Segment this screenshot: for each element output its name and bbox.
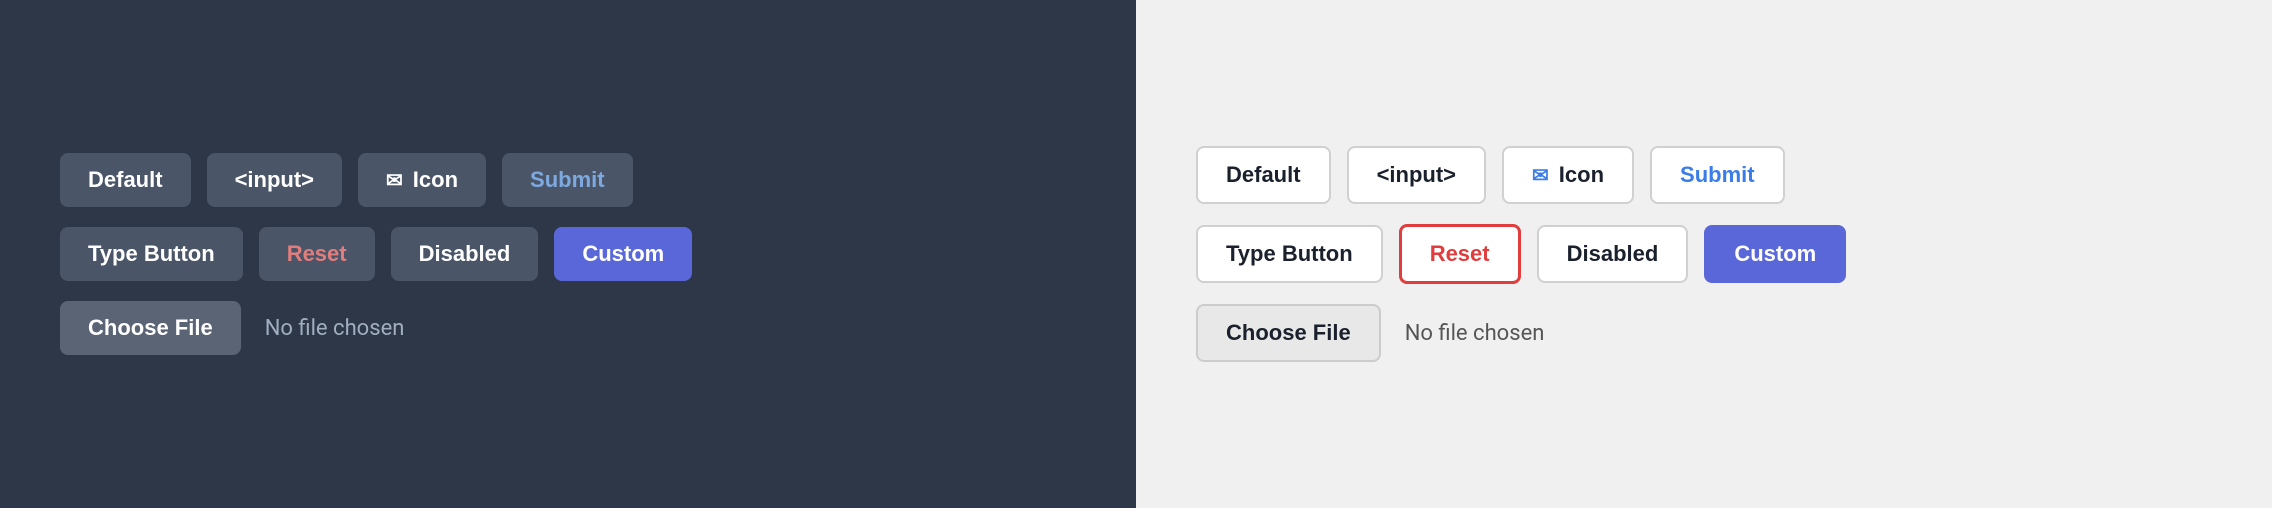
envelope-icon: ✉ [386, 168, 403, 193]
dark-type-button-button[interactable]: Type Button [60, 227, 243, 281]
dark-reset-label: Reset [287, 241, 347, 267]
light-default-button[interactable]: Default [1196, 146, 1331, 204]
light-disabled-button[interactable]: Disabled [1537, 225, 1689, 283]
light-type-button-button[interactable]: Type Button [1196, 225, 1383, 283]
dark-panel: Default <input> ✉ Icon Submit Type Butto… [0, 0, 1136, 508]
light-icon-label: Icon [1559, 162, 1604, 188]
light-choose-file-button[interactable]: Choose File [1196, 304, 1381, 362]
dark-icon-button[interactable]: ✉ Icon [358, 153, 486, 207]
light-icon-button[interactable]: ✉ Icon [1502, 146, 1634, 204]
envelope-icon-light: ✉ [1532, 163, 1549, 188]
dark-reset-button[interactable]: Reset [259, 227, 375, 281]
light-disabled-label: Disabled [1567, 241, 1659, 267]
dark-choose-file-button[interactable]: Choose File [60, 301, 241, 355]
dark-row-3: Choose File No file chosen [60, 301, 404, 355]
light-submit-button[interactable]: Submit [1650, 146, 1785, 204]
dark-disabled-label: Disabled [419, 241, 511, 267]
light-row-1: Default <input> ✉ Icon Submit [1196, 146, 1785, 204]
light-panel: Default <input> ✉ Icon Submit Type Butto… [1136, 0, 2272, 508]
dark-default-label: Default [88, 167, 163, 193]
light-no-file-text: No file chosen [1405, 321, 1545, 346]
light-choose-file-label: Choose File [1226, 320, 1351, 345]
light-reset-label: Reset [1430, 241, 1490, 267]
light-row-3: Choose File No file chosen [1196, 304, 1544, 362]
dark-submit-label: Submit [530, 167, 605, 193]
dark-disabled-button[interactable]: Disabled [391, 227, 539, 281]
dark-choose-file-label: Choose File [88, 315, 213, 340]
dark-custom-label: Custom [582, 241, 664, 267]
light-custom-label: Custom [1734, 241, 1816, 267]
dark-custom-button[interactable]: Custom [554, 227, 692, 281]
light-input-button[interactable]: <input> [1347, 146, 1486, 204]
dark-icon-label: Icon [413, 167, 458, 193]
dark-row-1: Default <input> ✉ Icon Submit [60, 153, 633, 207]
dark-input-label: <input> [235, 167, 314, 193]
light-input-label: <input> [1377, 162, 1456, 188]
light-custom-button[interactable]: Custom [1704, 225, 1846, 283]
dark-row-2: Type Button Reset Disabled Custom [60, 227, 692, 281]
dark-input-button[interactable]: <input> [207, 153, 342, 207]
light-reset-button[interactable]: Reset [1399, 224, 1521, 284]
dark-submit-button[interactable]: Submit [502, 153, 633, 207]
dark-no-file-text: No file chosen [265, 316, 405, 341]
light-type-button-label: Type Button [1226, 241, 1353, 267]
dark-type-button-label: Type Button [88, 241, 215, 267]
light-row-2: Type Button Reset Disabled Custom [1196, 224, 1846, 284]
light-default-label: Default [1226, 162, 1301, 188]
light-submit-label: Submit [1680, 162, 1755, 188]
dark-default-button[interactable]: Default [60, 153, 191, 207]
